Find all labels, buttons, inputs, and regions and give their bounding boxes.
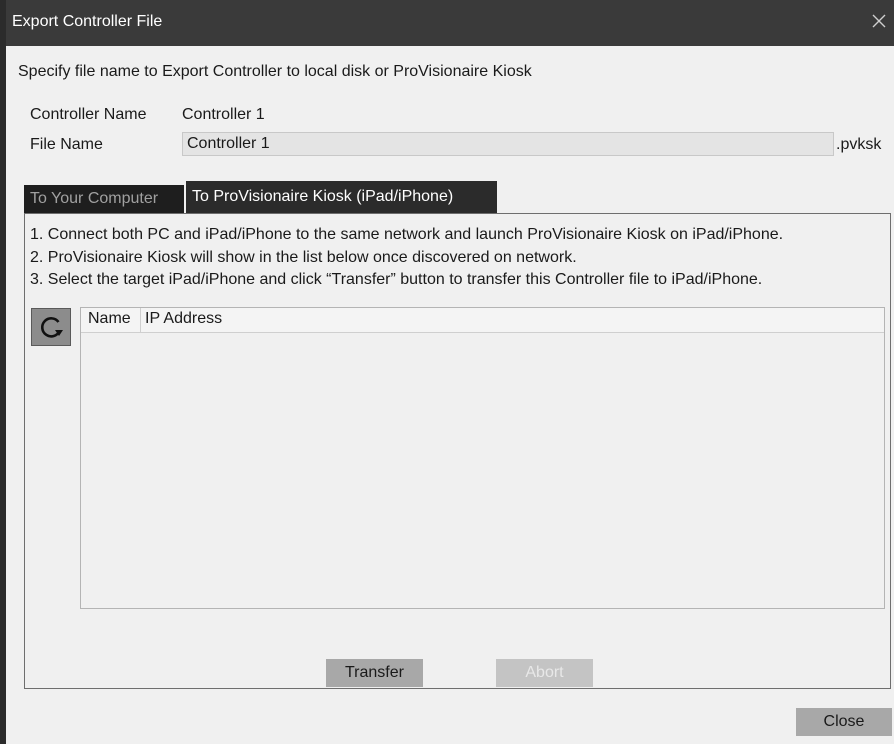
instruction-step-3: 3. Select the target iPad/iPhone and cli… xyxy=(30,271,763,288)
column-header-ip-address[interactable]: IP Address xyxy=(145,310,222,328)
instruction-step-2: 2. ProVisionaire Kiosk will show in the … xyxy=(30,249,577,266)
column-divider xyxy=(140,308,141,332)
controller-name-label: Controller Name xyxy=(30,106,147,123)
column-header-name[interactable]: Name xyxy=(88,310,131,328)
dialog-title: Export Controller File xyxy=(12,13,163,30)
file-name-input[interactable]: Controller 1 xyxy=(182,132,834,156)
device-list[interactable]: Name IP Address xyxy=(80,307,885,609)
title-bar: Export Controller File xyxy=(6,0,894,46)
transfer-button[interactable]: Transfer xyxy=(326,659,423,687)
file-extension: .pvksk xyxy=(836,136,882,153)
tab-to-provisionaire-kiosk[interactable]: To ProVisionaire Kiosk (iPad/iPhone) xyxy=(186,181,497,213)
close-button[interactable]: Close xyxy=(796,708,892,736)
tab-to-your-computer[interactable]: To Your Computer xyxy=(24,185,184,213)
description-text: Specify file name to Export Controller t… xyxy=(18,63,532,80)
refresh-button[interactable] xyxy=(31,308,71,346)
export-controller-dialog: Export Controller File Specify file name… xyxy=(6,0,894,744)
refresh-icon xyxy=(40,317,63,338)
abort-button: Abort xyxy=(496,659,593,687)
controller-name-value: Controller 1 xyxy=(182,106,265,123)
file-name-label: File Name xyxy=(30,136,103,153)
close-icon[interactable] xyxy=(868,10,890,32)
kiosk-tab-panel: 1. Connect both PC and iPad/iPhone to th… xyxy=(24,213,891,689)
instruction-step-1: 1. Connect both PC and iPad/iPhone to th… xyxy=(30,226,784,243)
device-list-header: Name IP Address xyxy=(81,308,884,333)
